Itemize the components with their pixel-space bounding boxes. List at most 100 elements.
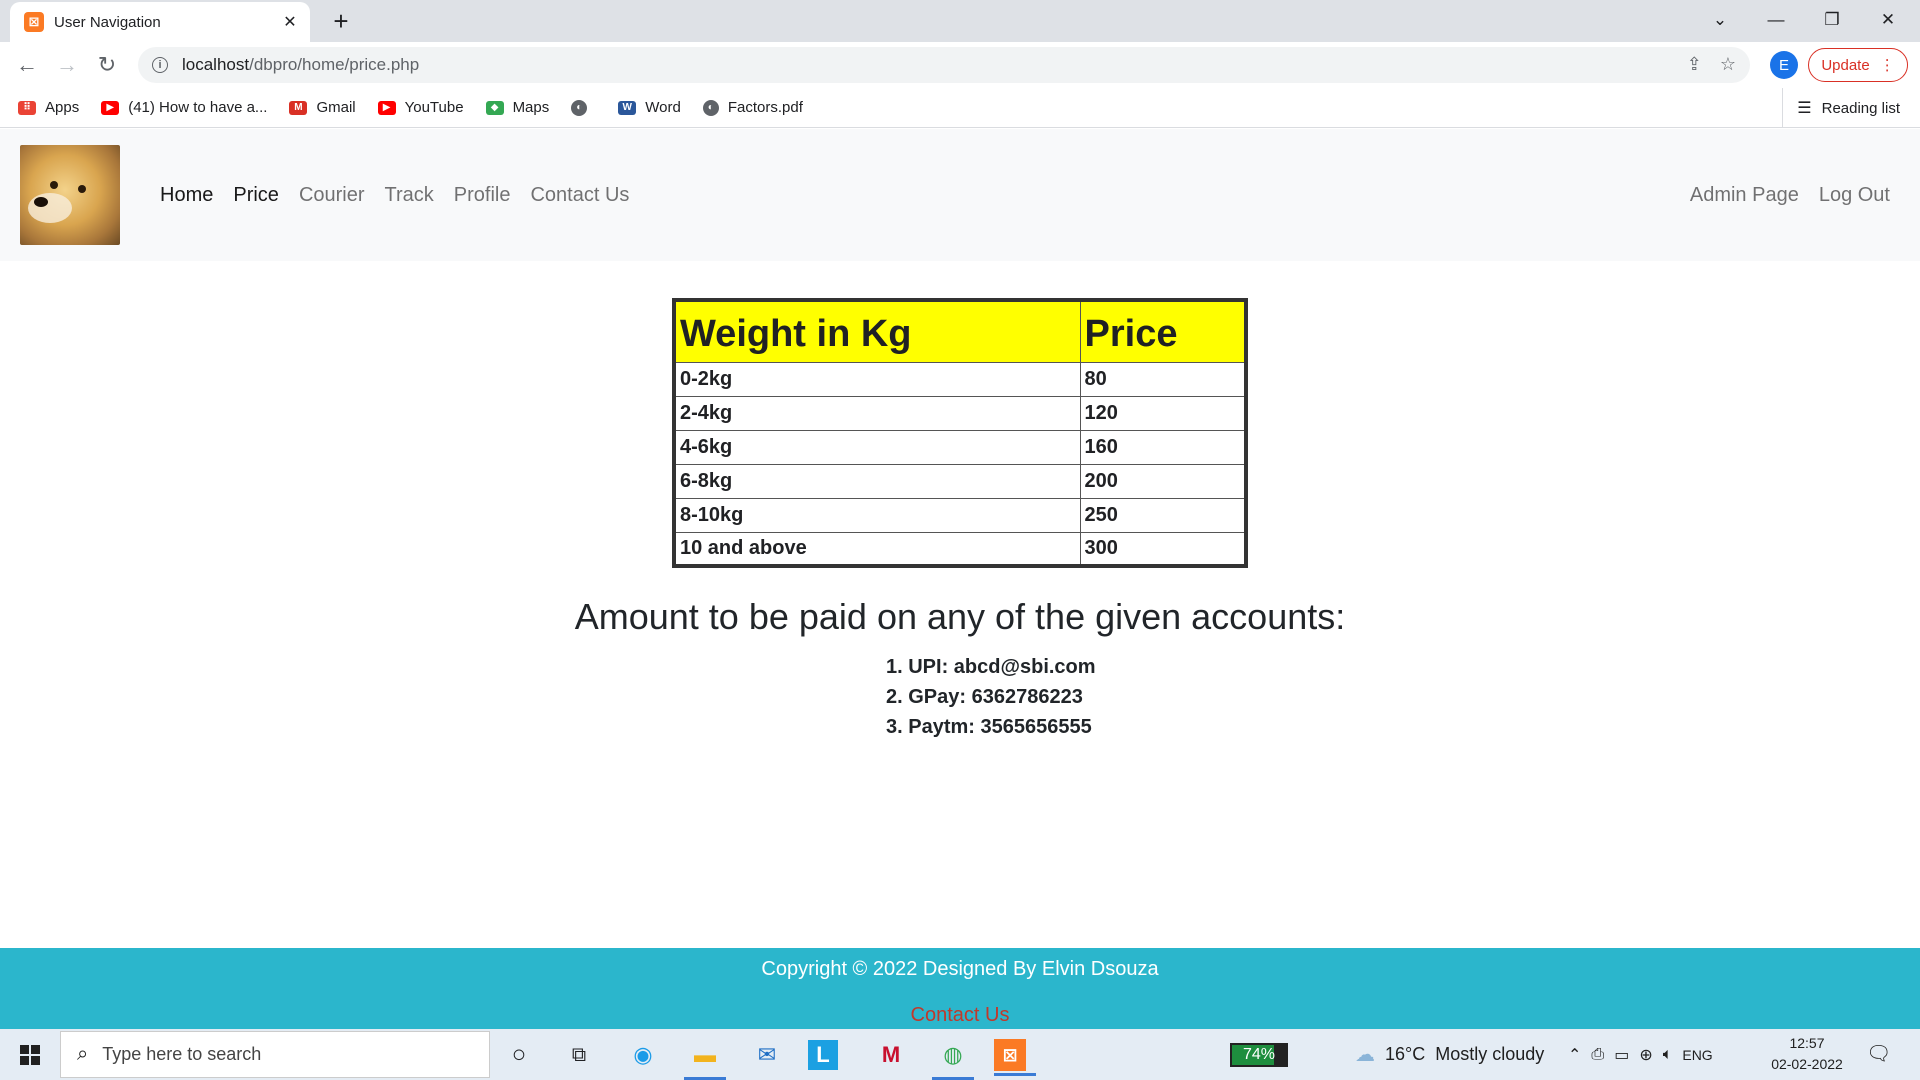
nav-track[interactable]: Track	[375, 184, 444, 207]
cloud-icon: ☁	[1355, 1044, 1375, 1066]
nav-courier[interactable]: Courier	[289, 184, 375, 207]
tab-search-icon[interactable]: ⌄	[1692, 0, 1748, 40]
bookmarks-bar: ⠿ Apps ▶ (41) How to have a... M Gmail ▶ You…	[0, 88, 1920, 128]
battery-indicator[interactable]: 74%	[1230, 1043, 1288, 1067]
globe-icon: ◐	[702, 99, 719, 116]
site-info-icon[interactable]: i	[152, 57, 168, 73]
bookmark-star-icon[interactable]: ☆	[1720, 54, 1736, 75]
xampp-icon[interactable]: ⊠	[994, 1039, 1036, 1076]
learning-app-icon[interactable]: L	[808, 1040, 838, 1070]
apps-grid-icon: ⠿	[18, 100, 36, 115]
minimize-button[interactable]: —	[1748, 0, 1804, 40]
table-row: 4-6kg 160	[673, 429, 1247, 465]
task-view-icon[interactable]: ⧉	[558, 1035, 600, 1075]
main-nav: Home Price Courier Track Profile Contact…	[150, 129, 639, 261]
account-paytm: 3. Paytm: 3565656555	[886, 716, 1092, 738]
nav-price[interactable]: Price	[223, 184, 289, 207]
weight-cell: 4-6kg	[673, 429, 1081, 465]
nav-contact[interactable]: Contact Us	[520, 184, 639, 207]
file-explorer-icon[interactable]: ▬	[684, 1035, 726, 1080]
site-navbar: Home Price Courier Track Profile Contact…	[0, 129, 1920, 261]
bookmark-word[interactable]: W Word	[618, 99, 681, 116]
battery-icon[interactable]: ▭	[1614, 1045, 1629, 1065]
site-footer: Copyright © 2022 Designed By Elvin Dsouz…	[0, 948, 1920, 1029]
table-row: 8-10kg 250	[673, 497, 1247, 533]
edge-icon[interactable]: ◉	[622, 1035, 664, 1075]
footer-copyright: Copyright © 2022 Designed By Elvin Dsouz…	[761, 958, 1159, 980]
meet-now-icon[interactable]: ⎙	[1591, 1046, 1604, 1064]
share-icon[interactable]: ⇪	[1687, 54, 1702, 75]
doge-logo[interactable]	[20, 145, 120, 245]
reading-list-button[interactable]: ☰ Reading list	[1782, 88, 1900, 128]
forward-button[interactable]: →	[52, 50, 82, 80]
clock-date: 02-02-2022	[1771, 1056, 1843, 1072]
network-icon[interactable]: ⊕	[1639, 1045, 1652, 1065]
bookmark-maps[interactable]: ◆ Maps	[485, 99, 549, 116]
weight-cell: 2-4kg	[673, 395, 1081, 431]
browser-tab[interactable]: ⊠ User Navigation ✕	[10, 2, 310, 42]
language-indicator[interactable]: ENG	[1682, 1047, 1712, 1063]
mcafee-icon[interactable]: M	[870, 1035, 912, 1075]
table-header-row: Weight in Kg Price	[673, 299, 1247, 363]
more-menu-icon: ⋮	[1879, 57, 1895, 74]
nav-profile[interactable]: Profile	[444, 184, 521, 207]
update-button[interactable]: Update ⋮	[1808, 48, 1908, 82]
restore-button[interactable]: ❐	[1804, 0, 1860, 40]
update-label: Update	[1821, 56, 1870, 74]
address-bar[interactable]: i localhost/dbpro/home/price.php ⇪ ☆	[138, 47, 1750, 83]
nav-log-out[interactable]: Log Out	[1809, 184, 1900, 207]
bookmark-youtube[interactable]: ▶ YouTube	[377, 99, 464, 116]
reading-list-icon: ☰	[1797, 100, 1812, 117]
clock-time: 12:57	[1789, 1035, 1825, 1051]
weather-widget[interactable]: ☁ 16°C Mostly cloudy	[1355, 1029, 1544, 1080]
tab-close-button[interactable]: ✕	[280, 12, 300, 32]
system-tray: ⌃ ⎙ ▭ ⊕ 🔈︎ ENG	[1568, 1029, 1713, 1080]
header-weight: Weight in Kg	[673, 299, 1081, 363]
bookmark-globe[interactable]: ◐	[571, 99, 596, 116]
weather-text: Mostly cloudy	[1435, 1044, 1545, 1064]
close-window-button[interactable]: ✕	[1860, 0, 1916, 40]
windows-logo-icon	[20, 1044, 40, 1065]
new-tab-button[interactable]: +	[326, 6, 356, 36]
browser-toolbar: ← → ↻ i localhost/dbpro/home/price.php ⇪…	[0, 42, 1920, 88]
back-button[interactable]: ←	[12, 50, 42, 80]
notification-center-icon[interactable]: 🗨︎	[1866, 1041, 1891, 1066]
footer-contact-link[interactable]: Contact Us	[0, 1004, 1920, 1027]
table-row: 10 and above 300	[673, 531, 1247, 567]
price-cell: 160	[1079, 429, 1247, 465]
battery-percent: 74%	[1242, 1046, 1276, 1063]
taskbar-clock[interactable]: 12:57 02-02-2022	[1762, 1033, 1852, 1075]
reload-button[interactable]: ↻	[92, 50, 122, 80]
browser-tab-strip: ⊠ User Navigation ✕ + ⌄ — ❐ ✕	[0, 0, 1920, 42]
gmail-icon: M	[289, 100, 308, 115]
accounts-heading: Amount to be paid on any of the given ac…	[574, 596, 1346, 637]
nav-home[interactable]: Home	[150, 184, 223, 207]
price-cell: 80	[1079, 361, 1247, 397]
bookmark-factors-pdf[interactable]: ◐ Factors.pdf	[702, 99, 803, 116]
maps-icon: ◆	[485, 100, 504, 115]
nav-right: Admin Page Log Out	[1680, 129, 1900, 261]
weight-cell: 0-2kg	[673, 361, 1081, 397]
chrome-icon[interactable]: ◍	[932, 1035, 974, 1080]
taskbar-search-box[interactable]: ⌕ Type here to search	[60, 1031, 490, 1078]
weight-cell: 8-10kg	[673, 497, 1081, 533]
volume-icon[interactable]: 🔈︎	[1663, 1046, 1673, 1064]
youtube-icon: ▶	[101, 100, 120, 115]
price-cell: 120	[1079, 395, 1247, 431]
url-path: /dbpro/home/price.php	[249, 55, 420, 74]
weight-cell: 6-8kg	[673, 463, 1081, 499]
search-placeholder: Type here to search	[102, 1044, 262, 1064]
youtube-icon: ▶	[377, 100, 396, 115]
mail-icon[interactable]: ✉	[746, 1035, 788, 1075]
bookmark-gmail[interactable]: M Gmail	[289, 99, 356, 116]
bookmark-apps[interactable]: ⠿ Apps	[18, 99, 79, 116]
bookmark-youtube-video[interactable]: ▶ (41) How to have a...	[101, 99, 267, 116]
url-host: localhost	[182, 55, 250, 74]
table-row: 6-8kg 200	[673, 463, 1247, 499]
nav-admin-page[interactable]: Admin Page	[1680, 184, 1809, 207]
xampp-favicon-icon: ⊠	[24, 12, 44, 32]
start-button[interactable]	[0, 1029, 60, 1080]
show-hidden-icons-icon[interactable]: ⌃	[1568, 1045, 1581, 1065]
profile-avatar[interactable]: E	[1770, 51, 1798, 79]
cortana-icon[interactable]: ○	[498, 1035, 540, 1075]
